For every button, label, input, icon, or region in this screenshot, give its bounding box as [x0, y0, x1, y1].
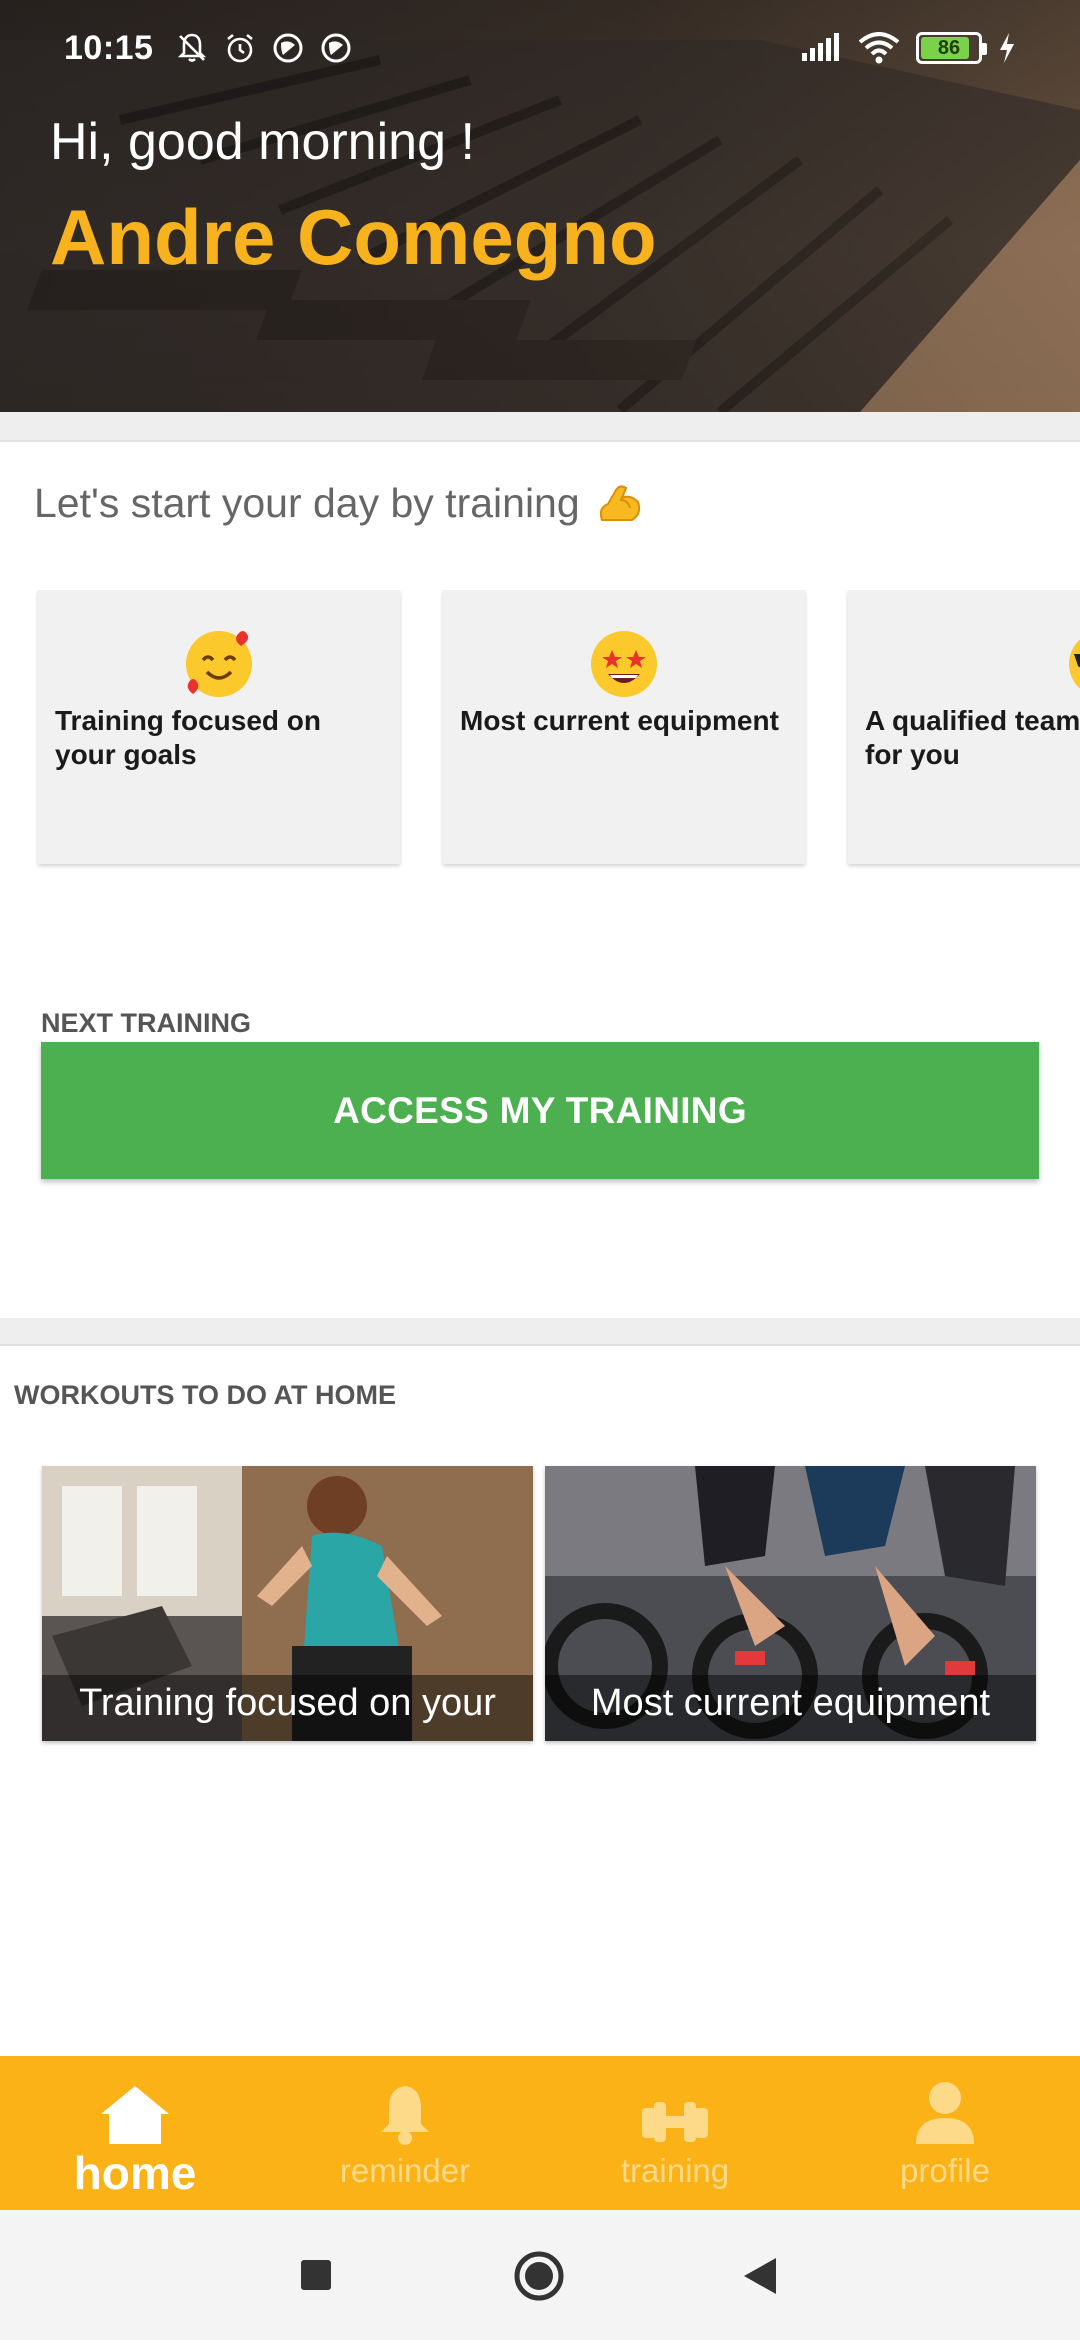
section-divider	[0, 1318, 1080, 1346]
feature-card[interactable]: A qualified team for you	[848, 590, 1080, 864]
signal-icon	[802, 33, 839, 61]
charging-icon	[1000, 33, 1014, 63]
workout-caption: Training focused on your goals	[42, 1675, 533, 1741]
app-screen: { "status_bar": { "time": "10:15", "icon…	[0, 0, 1080, 2340]
workout-card[interactable]: Training focused on your goals	[42, 1466, 533, 1741]
feature-card[interactable]: Training focused on your goals	[38, 590, 400, 864]
bell-icon	[381, 2086, 429, 2145]
battery-level: 86	[937, 36, 961, 59]
workout-caption: Most current equipment	[545, 1675, 1036, 1741]
smiling-face-with-sunglasses-emoji	[1069, 639, 1080, 689]
status-time: 10:15	[64, 28, 154, 67]
feature-card[interactable]: Most current equipment	[443, 590, 805, 864]
star-struck-emoji	[591, 631, 657, 697]
nav-item-reminder[interactable]: reminder	[270, 2056, 540, 2210]
dumbbell-icon	[642, 2102, 708, 2142]
header-banner: 10:15 86 Hi, good morning ! Andre Comegn…	[0, 0, 1080, 412]
nav-label-home: home	[73, 2147, 197, 2199]
home-circle-icon[interactable]	[513, 2250, 565, 2302]
workout-card[interactable]: Most current equipment	[545, 1466, 1036, 1741]
access-training-button[interactable]: ACCESS MY TRAINING	[41, 1042, 1039, 1179]
wifi-icon	[858, 32, 900, 64]
person-icon	[916, 2082, 974, 2144]
nav-label-training: training	[620, 2152, 730, 2189]
status-bar: 10:15 86	[0, 0, 1080, 96]
system-navigation-bar	[0, 2210, 1080, 2340]
status-notification-icons	[175, 31, 353, 65]
home-icon	[101, 2086, 169, 2144]
feature-card-text: Most current equipment	[460, 705, 779, 736]
section-divider	[0, 412, 1080, 442]
nav-item-profile[interactable]: profile	[810, 2056, 1080, 2210]
intro-text: Let's start your day by training	[34, 479, 580, 526]
status-system-icons: 86	[800, 32, 1016, 64]
smiling-face-with-hearts-emoji	[186, 631, 252, 697]
workouts-section-label: WORKOUTS TO DO AT HOME	[14, 1380, 396, 1410]
nav-label-reminder: reminder	[339, 2152, 471, 2189]
next-training-label: NEXT TRAINING	[41, 1008, 252, 1038]
feature-card-text: Training focused on your goals	[55, 705, 322, 770]
feature-card-text: A qualified team for you	[865, 705, 1080, 770]
no-disturb-icon	[321, 33, 351, 63]
back-icon[interactable]	[742, 2256, 778, 2296]
intro-line: Let's start your day by training	[34, 478, 644, 528]
flexed-biceps-emoji	[599, 485, 640, 521]
user-name: Andre Comegno	[50, 193, 657, 281]
no-disturb-icon	[273, 33, 303, 63]
bottom-navigation: home reminder training profile	[0, 2056, 1080, 2210]
bell-off-icon	[178, 33, 207, 62]
nav-item-training[interactable]: training	[540, 2056, 810, 2210]
nav-label-profile: profile	[900, 2152, 990, 2189]
nav-item-home[interactable]: home	[0, 2056, 270, 2210]
battery-icon: 86	[916, 32, 987, 64]
greeting-text: Hi, good morning !	[50, 113, 475, 171]
alarm-icon	[227, 33, 254, 63]
recents-icon[interactable]	[299, 2258, 333, 2292]
feature-carousel[interactable]: Training focused on your goals Most curr…	[0, 590, 1080, 870]
